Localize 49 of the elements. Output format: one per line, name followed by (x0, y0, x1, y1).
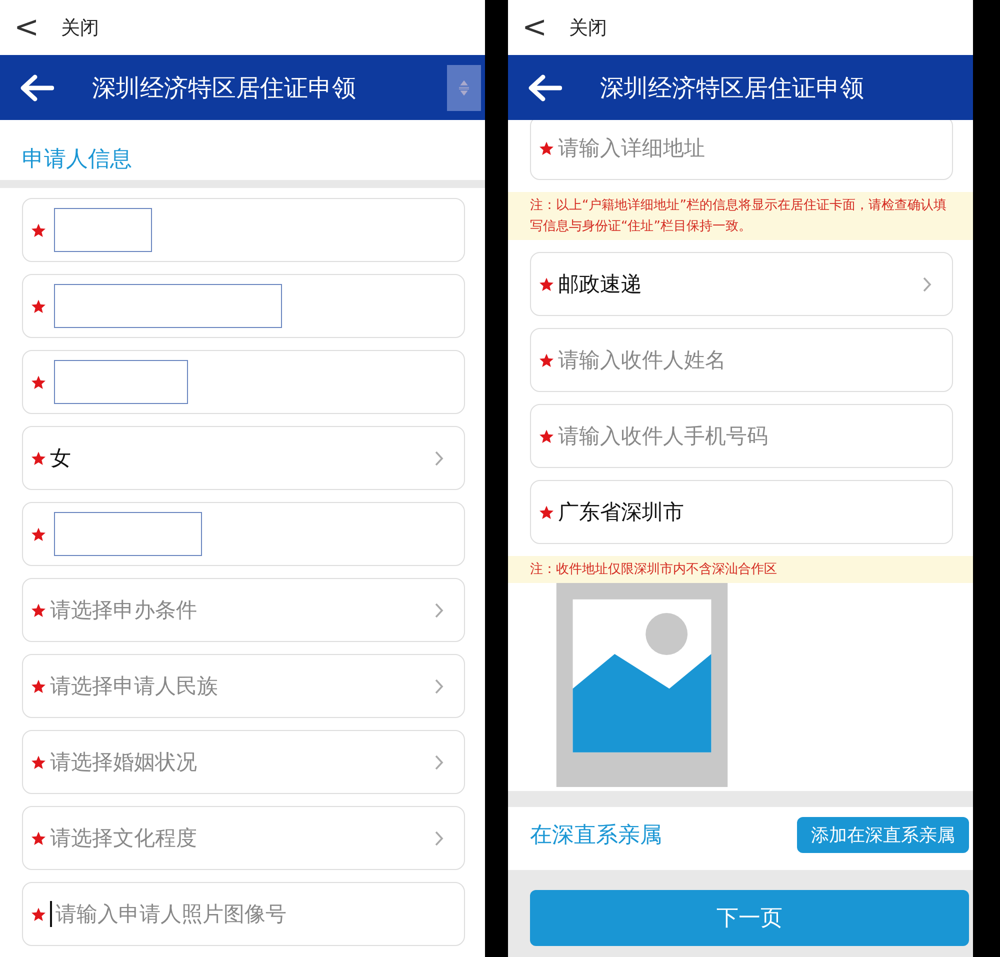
back-text[interactable]: < (14, 12, 40, 42)
field-value: 女 (50, 445, 72, 472)
select-field[interactable]: 请选择申请人民族 (22, 654, 465, 718)
chevron-icon (923, 276, 932, 292)
input-field[interactable]: 请输入收件人姓名 (530, 328, 953, 392)
chevron-icon (435, 678, 444, 694)
field-value: 邮政速递 (558, 271, 643, 298)
placeholder-text: 请输入收件人手机号码 (558, 423, 769, 450)
placeholder-text: 请输入申请人照片图像号 (56, 901, 288, 928)
chevron-icon (435, 754, 444, 770)
input-field[interactable] (22, 198, 465, 262)
add-relative-button[interactable]: 添加在深直系亲属 (797, 817, 969, 853)
input-field[interactable] (22, 274, 465, 338)
page-title: 深圳经济特区居住证申领 (92, 72, 357, 104)
placeholder-text: 请选择申请人民族 (50, 673, 219, 700)
placeholder-text: 请选择婚姻状况 (50, 749, 198, 776)
chevron-icon (435, 602, 444, 618)
back-arrow-icon[interactable] (528, 74, 562, 102)
select-field[interactable]: 邮政速递 (530, 252, 953, 316)
close-link[interactable]: 关闭 (61, 14, 100, 40)
input-field[interactable]: 请输入详细地址 (530, 120, 953, 180)
select-field[interactable]: 请选择婚姻状况 (22, 730, 465, 794)
placeholder-text: 请输入详细地址 (558, 135, 706, 162)
input-field[interactable] (22, 502, 465, 566)
sort-button[interactable] (447, 64, 481, 110)
chevron-icon (435, 450, 444, 466)
input-field[interactable]: 广东省深圳市 (530, 480, 953, 544)
close-link[interactable]: 关闭 (569, 14, 608, 40)
note-text: 注：收件地址仅限深圳市内不含深汕合作区 (508, 556, 973, 583)
next-page-button[interactable]: 下一页 (530, 890, 969, 946)
placeholder-text: 请输入收件人姓名 (558, 347, 727, 374)
back-text[interactable]: < (522, 12, 548, 42)
input-field[interactable]: 请输入收件人手机号码 (530, 404, 953, 468)
image-placeholder-icon (556, 583, 728, 787)
placeholder-text: 请选择文化程度 (50, 825, 198, 852)
chevron-icon (435, 830, 444, 846)
note-text: 注：以上“户籍地详细地址”栏的信息将显示在居住证卡面，请检查确认填写信息与身份证“住址”栏目保持一致。 (508, 192, 973, 240)
sort-icon (458, 78, 470, 96)
back-arrow-icon[interactable] (20, 74, 54, 102)
select-field[interactable]: 女 (22, 426, 465, 490)
select-field[interactable]: 请选择文化程度 (22, 806, 465, 870)
input-field[interactable]: 请输入申请人照片图像号 (22, 882, 465, 946)
field-value: 广东省深圳市 (558, 499, 685, 526)
placeholder-text: 请选择申办条件 (50, 597, 198, 624)
section-title: 申请人信息 (22, 146, 132, 174)
select-field[interactable]: 请选择申办条件 (22, 578, 465, 642)
page-title: 深圳经济特区居住证申领 (600, 72, 865, 104)
input-field[interactable] (22, 350, 465, 414)
section-title: 在深直系亲属 (530, 822, 662, 850)
